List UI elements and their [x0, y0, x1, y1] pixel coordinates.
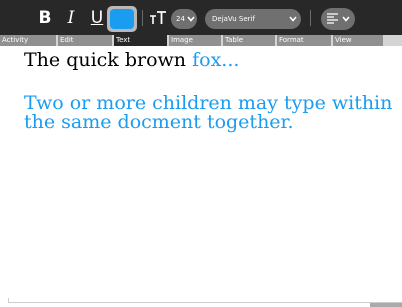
underline-button[interactable]: U [87, 7, 107, 29]
tab-format[interactable]: Format [277, 35, 332, 46]
chevron-down-icon [187, 16, 195, 22]
text-size-icon[interactable] [149, 9, 167, 27]
chevron-down-icon [342, 16, 350, 22]
toolbar: B I U 24 DejaVu Serif [0, 0, 402, 35]
toolbar-separator [310, 10, 311, 26]
tab-table[interactable]: Table [223, 35, 276, 46]
scroll-handle[interactable] [370, 303, 402, 307]
tab-image[interactable]: Image [169, 35, 222, 46]
document-line: The quick brown fox... [24, 50, 239, 71]
color-swatch [110, 9, 134, 29]
toolbar-separator [142, 10, 143, 26]
font-family-select[interactable]: DejaVu Serif [205, 9, 301, 29]
bold-button[interactable]: B [34, 7, 56, 29]
text-color-button[interactable] [107, 6, 137, 32]
document-canvas[interactable]: The quick brown fox... Two or more child… [8, 46, 402, 298]
font-size-value: 24 [176, 15, 185, 23]
tab-bar: Activity Edit Text Image Table Format Vi… [0, 35, 402, 46]
tab-activity[interactable]: Activity [0, 35, 57, 46]
tab-text[interactable]: Text [114, 35, 168, 46]
tab-edit[interactable]: Edit [58, 35, 113, 46]
document-text: The quick brown [24, 49, 193, 71]
tab-view[interactable]: View [333, 35, 384, 46]
document-line: the same docment together. [24, 111, 294, 133]
document-text-blue: fox... [192, 49, 240, 71]
font-family-value: DejaVu Serif [212, 15, 255, 23]
font-size-select[interactable]: 24 [171, 9, 197, 29]
alignment-button[interactable] [321, 8, 355, 30]
canvas-bottom-border [8, 302, 402, 303]
chevron-down-icon [289, 16, 297, 22]
align-left-icon [327, 13, 338, 24]
italic-button[interactable]: I [61, 7, 81, 29]
